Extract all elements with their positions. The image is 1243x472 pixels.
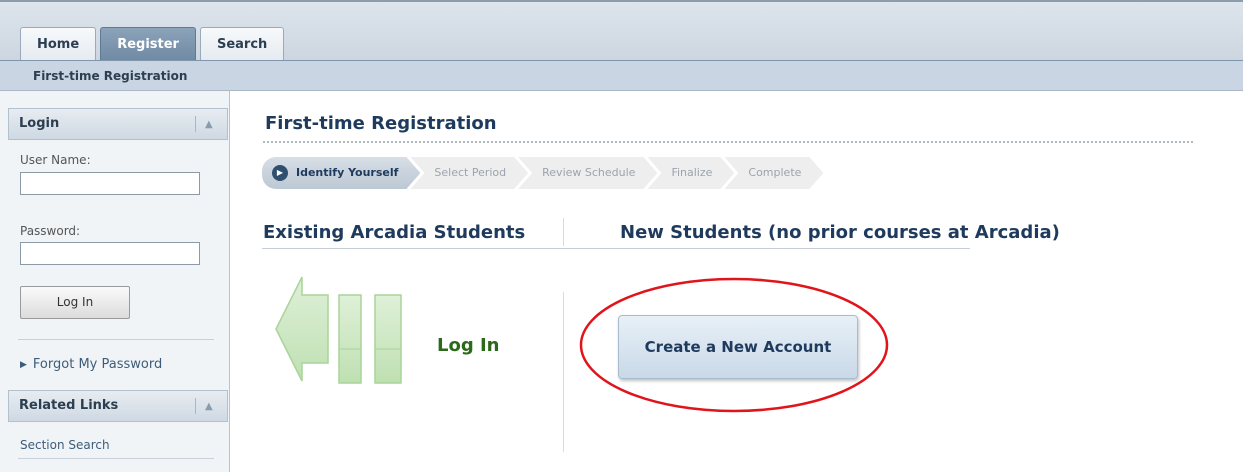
triangle-right-icon: ▶	[20, 360, 27, 370]
password-input[interactable]	[20, 242, 200, 265]
left-arrow-icon[interactable]	[275, 275, 405, 385]
step-finalize: Finalize	[647, 157, 734, 189]
tab-search[interactable]: Search	[199, 27, 285, 62]
top-navigation-bar: Home Register Search	[0, 0, 1243, 62]
title-dotted-rule	[263, 141, 1193, 143]
step-label: Review Schedule	[542, 166, 636, 179]
forgot-password-label: Forgot My Password	[32, 357, 163, 372]
related-links-panel-title: Related Links	[19, 398, 119, 413]
step-review-schedule: Review Schedule	[518, 157, 657, 189]
panel-header-separator	[195, 116, 196, 132]
step-identify-yourself: ▶ Identify Yourself	[262, 157, 420, 189]
sidebar-divider	[18, 458, 214, 459]
sidebar: Login ▲ User Name: Password: Log In ▶ For…	[0, 91, 230, 472]
create-new-account-button[interactable]: Create a New Account	[618, 315, 858, 379]
subnav-first-time-registration[interactable]: First-time Registration	[0, 60, 1243, 91]
caret-up-icon[interactable]: ▲	[205, 392, 213, 422]
username-input[interactable]	[20, 172, 200, 195]
login-panel-header[interactable]: Login ▲	[8, 108, 228, 140]
forgot-password-link[interactable]: ▶ Forgot My Password	[20, 357, 162, 372]
heading-divider	[563, 218, 564, 246]
top-tabs: Home Register Search	[20, 27, 288, 62]
caret-up-icon[interactable]: ▲	[205, 110, 213, 140]
panel-header-separator	[195, 398, 196, 414]
step-label: Complete	[748, 166, 802, 179]
login-panel-title: Login	[19, 116, 60, 131]
sidebar-divider	[18, 339, 214, 340]
step-label: Finalize	[671, 166, 713, 179]
tab-home[interactable]: Home	[20, 27, 97, 62]
registration-steps: ▶ Identify Yourself Select Period Review …	[262, 157, 813, 189]
heading-rule	[262, 248, 970, 249]
existing-login-link[interactable]: Log In	[437, 335, 500, 356]
username-label: User Name:	[20, 153, 91, 167]
column-divider	[563, 292, 564, 452]
step-select-period: Select Period	[410, 157, 528, 189]
existing-students-heading: Existing Arcadia Students	[263, 222, 526, 243]
tab-register[interactable]: Register	[100, 27, 196, 62]
step-complete: Complete	[724, 157, 823, 189]
new-students-heading: New Students (no prior courses at Arcadi…	[620, 222, 1060, 243]
login-button[interactable]: Log In	[20, 286, 130, 319]
related-links-panel-header[interactable]: Related Links ▲	[8, 390, 228, 422]
step-label: Select Period	[434, 166, 507, 179]
play-icon: ▶	[272, 165, 288, 181]
related-link-section-search[interactable]: Section Search	[20, 438, 110, 452]
page-title: First-time Registration	[265, 113, 497, 134]
step-label: Identify Yourself	[296, 166, 399, 179]
password-label: Password:	[20, 224, 81, 238]
